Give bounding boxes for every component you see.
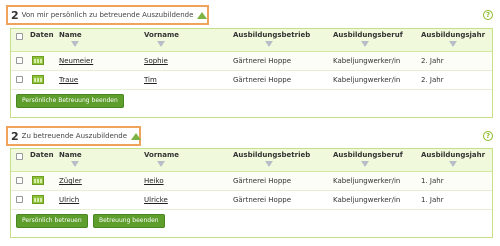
- end-personal-supervision-button[interactable]: Persönliche Betreuung beenden: [16, 94, 124, 108]
- filter-icon[interactable]: [157, 161, 165, 167]
- table-footer: Persönliche Betreuung beenden: [11, 90, 492, 114]
- cell-betrieb: Gärtnerei Hoppe: [233, 57, 292, 65]
- calendar-icon[interactable]: [32, 56, 44, 65]
- col-vorname[interactable]: Vorname: [144, 31, 179, 39]
- table-body: Zügler Heiko Gärtnerei Hoppe Kabeljungwe…: [11, 172, 492, 210]
- cell-jahr: 2. Jahr: [421, 76, 444, 84]
- cell-vorname[interactable]: Ulricke: [144, 196, 168, 204]
- filter-icon[interactable]: [361, 41, 369, 47]
- cell-beruf: Kabeljungwerker/in: [333, 177, 401, 185]
- col-beruf[interactable]: Ausbildungsberuf: [333, 31, 403, 39]
- row-checkbox[interactable]: [16, 177, 23, 184]
- col-name[interactable]: Name: [59, 151, 82, 159]
- cell-name[interactable]: Traue: [59, 76, 78, 84]
- table-row[interactable]: Neumeier Sophie Gärtnerei Hoppe Kabeljun…: [11, 52, 492, 71]
- help-icon[interactable]: ?: [483, 10, 493, 20]
- cell-jahr: 1. Jahr: [421, 177, 444, 185]
- section-header-supervise[interactable]: 2 Zu betreuende Auszubildende: [6, 126, 142, 146]
- section-count: 2: [11, 129, 19, 143]
- col-jahr[interactable]: Ausbildungsjahr: [421, 31, 485, 39]
- table-row[interactable]: Ulrich Ulricke Gärtnerei Hoppe Kabeljung…: [11, 191, 492, 210]
- filter-icon[interactable]: [157, 41, 165, 47]
- filter-icon[interactable]: [449, 41, 457, 47]
- filter-icon[interactable]: [361, 161, 369, 167]
- filter-icon[interactable]: [265, 41, 273, 47]
- col-daten[interactable]: Daten: [30, 31, 54, 39]
- col-vorname[interactable]: Vorname: [144, 151, 179, 159]
- select-all-checkbox[interactable]: [16, 33, 23, 40]
- cell-beruf: Kabeljungwerker/in: [333, 57, 401, 65]
- filter-icon[interactable]: [71, 41, 79, 47]
- calendar-icon[interactable]: [32, 176, 44, 185]
- row-checkbox[interactable]: [16, 76, 23, 83]
- col-betrieb[interactable]: Ausbildungsbetrieb: [233, 151, 310, 159]
- collapse-up-icon[interactable]: [131, 132, 142, 140]
- cell-betrieb: Gärtnerei Hoppe: [233, 177, 292, 185]
- row-checkbox[interactable]: [16, 57, 23, 64]
- col-betrieb[interactable]: Ausbildungsbetrieb: [233, 31, 310, 39]
- cell-beruf: Kabeljungwerker/in: [333, 76, 401, 84]
- cell-vorname[interactable]: Sophie: [144, 57, 168, 65]
- cell-vorname[interactable]: Tim: [144, 76, 157, 84]
- calendar-icon[interactable]: [32, 195, 44, 204]
- help-icon[interactable]: ?: [483, 131, 493, 141]
- cell-jahr: 1. Jahr: [421, 196, 444, 204]
- calendar-icon[interactable]: [32, 75, 44, 84]
- cell-betrieb: Gärtnerei Hoppe: [233, 196, 292, 204]
- section-count: 2: [11, 8, 19, 22]
- filter-icon[interactable]: [71, 161, 79, 167]
- cell-vorname[interactable]: Heiko: [144, 177, 164, 185]
- table-footer: Persönlich betreuen Betreuung beenden: [11, 210, 492, 234]
- cell-beruf: Kabeljungwerker/in: [333, 196, 401, 204]
- table-personal: Daten Name Vorname Ausbildungsbetrieb Au…: [10, 28, 493, 118]
- table-supervise: Daten Name Vorname Ausbildungsbetrieb Au…: [10, 148, 493, 238]
- cell-name[interactable]: Zügler: [59, 177, 82, 185]
- collapse-up-icon[interactable]: [197, 11, 208, 19]
- table-body: Neumeier Sophie Gärtnerei Hoppe Kabeljun…: [11, 52, 492, 90]
- cell-jahr: 2. Jahr: [421, 57, 444, 65]
- table-row[interactable]: Zügler Heiko Gärtnerei Hoppe Kabeljungwe…: [11, 172, 492, 191]
- end-supervision-button[interactable]: Betreuung beenden: [93, 214, 165, 228]
- section-title: Zu betreuende Auszubildende: [21, 132, 128, 140]
- row-checkbox[interactable]: [16, 196, 23, 203]
- section-header-personal[interactable]: 2 Von mir persönlich zu betreuende Auszu…: [6, 5, 209, 25]
- filter-icon[interactable]: [449, 161, 457, 167]
- section-title: Von mir persönlich zu betreuende Auszubi…: [21, 11, 194, 19]
- cell-betrieb: Gärtnerei Hoppe: [233, 76, 292, 84]
- table-header: Daten Name Vorname Ausbildungsbetrieb Au…: [11, 29, 492, 52]
- col-beruf[interactable]: Ausbildungsberuf: [333, 151, 403, 159]
- select-all-checkbox[interactable]: [16, 153, 23, 160]
- cell-name[interactable]: Neumeier: [59, 57, 93, 65]
- col-jahr[interactable]: Ausbildungsjahr: [421, 151, 485, 159]
- filter-icon[interactable]: [265, 161, 273, 167]
- table-header: Daten Name Vorname Ausbildungsbetrieb Au…: [11, 149, 492, 172]
- cell-name[interactable]: Ulrich: [59, 196, 79, 204]
- col-daten[interactable]: Daten: [30, 151, 54, 159]
- col-name[interactable]: Name: [59, 31, 82, 39]
- supervise-personally-button[interactable]: Persönlich betreuen: [16, 214, 88, 228]
- table-row[interactable]: Traue Tim Gärtnerei Hoppe Kabeljungwerke…: [11, 71, 492, 90]
